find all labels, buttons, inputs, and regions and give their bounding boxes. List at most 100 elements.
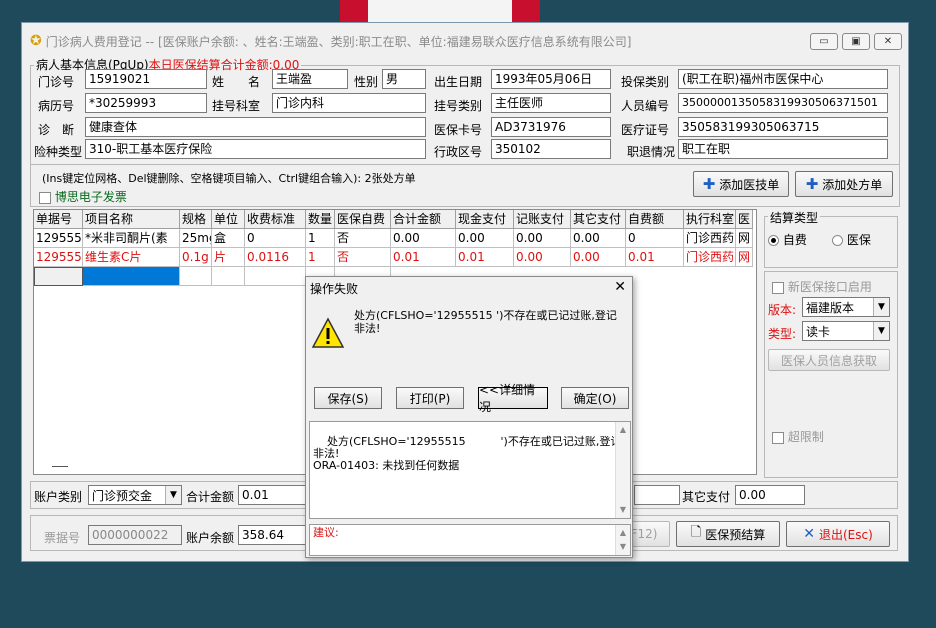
account-type-select[interactable]: 门诊预交金 ▼: [88, 485, 182, 505]
settle-option-self[interactable]: 自费: [768, 231, 807, 248]
staff-no-field[interactable]: 350000013505831993050637150​1: [678, 93, 888, 113]
retire-label: 职退情况: [627, 145, 676, 159]
dialog-print-button[interactable]: 打印(P): [396, 387, 464, 409]
dialog-details-button[interactable]: <<详细情况: [478, 383, 548, 414]
window-title: 门诊病人费用登记 -- [医保账户余额: 、姓名:王端盈、类别:职工在职、单位:…: [45, 34, 632, 49]
new-interface-option[interactable]: 新医保接口启用: [772, 278, 872, 295]
col-header: 单位: [212, 210, 245, 229]
reg-dept-label: 挂号科室: [212, 99, 261, 113]
total-amount-label: 合计金额: [186, 490, 235, 504]
reg-dept-field[interactable]: 门诊内科: [272, 93, 426, 113]
card-no-label: 医保卡号: [434, 123, 483, 137]
retire-field[interactable]: 职工在职: [678, 139, 888, 159]
insured-type-label: 投保类别: [621, 75, 670, 89]
insurance-type-field[interactable]: 310-职工基本医疗保险: [85, 139, 426, 159]
suggestion-label: 建议:: [313, 526, 339, 539]
over-limit-option[interactable]: 超限制: [772, 428, 824, 445]
hidden-amount-field[interactable]: [634, 485, 680, 505]
account-type-label: 账户类别: [34, 490, 83, 504]
e-invoice-checkbox[interactable]: [39, 191, 51, 204]
col-header: 规格: [180, 210, 212, 229]
detail-text-content: 处方(CFLSHO='12955515 ')不存在或已记过账,登记非法! ORA…: [313, 435, 622, 472]
dialog-message: 处方(CFLSHO='12955515 ')不存在或已记过账,登记非法!: [354, 309, 617, 335]
pre-settle-button[interactable]: 🗋 医保预结算: [676, 521, 780, 547]
total-amount-field[interactable]: 0.01: [238, 485, 308, 505]
col-header: 医: [736, 210, 753, 229]
settle-insurance-radio[interactable]: [832, 235, 843, 246]
col-header: 项目名称: [83, 210, 180, 229]
record-no-field[interactable]: *30259993: [85, 93, 207, 113]
settle-option-insurance[interactable]: 医保: [832, 231, 871, 248]
e-invoice-option[interactable]: 博思电子发票: [39, 188, 127, 205]
gender-label: 性别: [354, 75, 379, 89]
district-label: 行政区号: [434, 145, 483, 159]
col-header: 单据号: [34, 210, 83, 229]
gender-field[interactable]: 男: [382, 69, 426, 89]
error-dialog: 操作失败 ✕ 处方(CFLSHO='12955515 ')不存在或已记过账,登记…: [305, 276, 633, 558]
add-rx-button[interactable]: ✚ 添加处方单: [795, 171, 893, 197]
document-icon: 🗋: [690, 525, 702, 540]
receipt-field: 0000000022: [88, 525, 182, 545]
hint-text: (Ins键定位网格、Del键删除、空格键项目输入、Ctrl键组合输入): 2张处…: [42, 172, 416, 185]
over-limit-checkbox[interactable]: [772, 431, 784, 444]
col-header: 其它支付: [571, 210, 626, 229]
table-row[interactable]: 129555 *米非司酮片(素 25mg 盒 0 1 否 0.00 0.00 0…: [34, 229, 753, 248]
balance-field: 358.64: [238, 525, 308, 545]
close-x-icon: ✕: [803, 526, 815, 542]
type-label: 类型:: [768, 327, 797, 341]
diagnosis-field[interactable]: 健康查体: [85, 117, 426, 137]
version-select[interactable]: 福建版本 ▼: [802, 297, 890, 317]
name-field[interactable]: 王端盈: [272, 69, 348, 89]
top-banner: [340, 0, 540, 22]
plus-icon: ✚: [702, 175, 716, 193]
suggestion-scrollbar[interactable]: ▲ ▼: [615, 525, 630, 555]
chevron-down-icon: ▼: [165, 486, 181, 504]
app-icon: ✪: [30, 33, 42, 49]
card-no-field[interactable]: AD3731976: [491, 117, 611, 137]
cert-no-label: 医疗证号: [621, 123, 670, 137]
cert-no-field[interactable]: 350583199305063715: [678, 117, 888, 137]
personnel-info-button[interactable]: 医保人员信息获取: [768, 349, 890, 371]
detail-scrollbar[interactable]: ▲ ▼: [615, 422, 630, 518]
grid-resize-handle[interactable]: [52, 466, 68, 467]
dialog-close-icon[interactable]: ✕: [614, 279, 626, 295]
version-label: 版本:: [768, 303, 797, 317]
restore-button[interactable]: ▣: [842, 32, 870, 50]
warning-icon: [312, 317, 344, 348]
receipt-label: 票据号: [44, 531, 81, 545]
staff-no-label: 人员编号: [621, 99, 670, 113]
clinic-no-field[interactable]: 15919021: [85, 69, 207, 89]
col-header: 合计金额: [391, 210, 456, 229]
settle-self-radio[interactable]: [768, 235, 779, 246]
type-select[interactable]: 读卡 ▼: [802, 321, 890, 341]
balance-label: 账户余额: [186, 531, 235, 545]
title-bar: ✪ 门诊病人费用登记 -- [医保账户余额: 、姓名:王端盈、类别:职工在职、单…: [22, 23, 908, 59]
insured-type-field[interactable]: (职工在职)福州市医保中心: [678, 69, 888, 89]
dialog-ok-button[interactable]: 确定(O): [561, 387, 629, 409]
col-header: 数量: [306, 210, 335, 229]
col-header: 现金支付: [456, 210, 514, 229]
birth-date-field[interactable]: 1993年05月06日: [491, 69, 611, 89]
settle-type-legend: 结算类型: [768, 209, 821, 226]
other-pay-field[interactable]: 0.00: [735, 485, 805, 505]
exit-button[interactable]: ✕ 退出(Esc): [786, 521, 890, 547]
new-interface-checkbox[interactable]: [772, 281, 784, 294]
insurance-type-label: 险种类型: [34, 145, 83, 159]
minimize-button[interactable]: ▭: [810, 32, 838, 50]
dialog-suggestion-box: 建议: ▲ ▼: [309, 524, 631, 556]
reg-type-field[interactable]: 主任医师: [491, 93, 611, 113]
chevron-down-icon: ▼: [873, 298, 889, 316]
clinic-no-label: 门诊号: [38, 75, 75, 89]
district-field[interactable]: 350102: [491, 139, 611, 159]
name-label: 姓 名: [212, 75, 261, 89]
dialog-title: 操作失败: [310, 281, 359, 296]
col-header: 医保自费: [335, 210, 391, 229]
add-ins-bill-button[interactable]: ✚ 添加医技单: [693, 171, 789, 197]
reg-type-label: 挂号类别: [434, 99, 483, 113]
diagnosis-label: 诊 断: [38, 123, 75, 137]
dialog-save-button[interactable]: 保存(S): [314, 387, 382, 409]
col-header: 记账支付: [514, 210, 571, 229]
close-button[interactable]: ✕: [874, 32, 902, 50]
table-row[interactable]: 129555 维生素C片 0.1g 片 0.0116 1 否 0.01 0.01…: [34, 248, 753, 267]
col-header: 收费标准: [245, 210, 306, 229]
